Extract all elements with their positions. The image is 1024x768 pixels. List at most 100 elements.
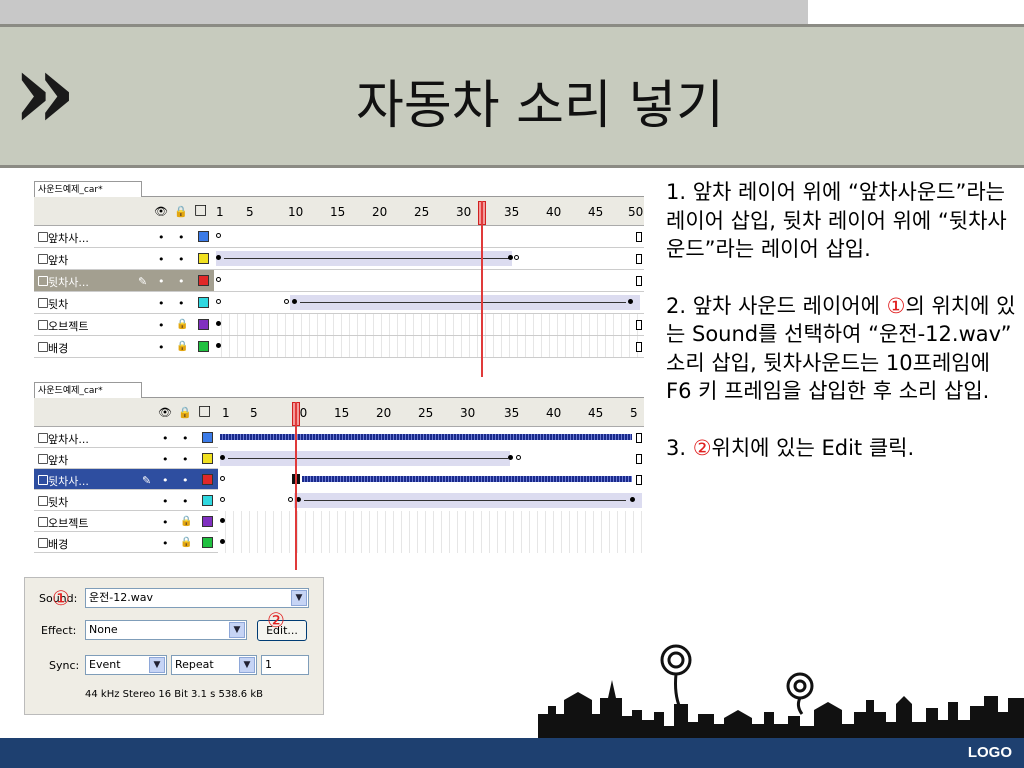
layer-frames[interactable] <box>214 314 644 335</box>
lock-icon[interactable]: 🔒 <box>176 341 188 352</box>
layer-frames[interactable] <box>214 270 644 291</box>
chevron-down-icon[interactable]: ▼ <box>229 622 245 638</box>
lock-icon[interactable]: 🔒 <box>180 516 192 527</box>
visible-dot[interactable]: • <box>162 495 169 508</box>
keyframe[interactable] <box>220 518 225 523</box>
layer-frames[interactable] <box>214 248 644 269</box>
outline-icon[interactable]: □ <box>194 202 207 218</box>
layer-color-swatch[interactable] <box>202 453 213 464</box>
visible-dot[interactable]: • <box>162 432 169 445</box>
visible-dot[interactable]: • <box>162 453 169 466</box>
keyframe[interactable] <box>508 455 513 460</box>
layer-row[interactable]: 뒷차 • • <box>34 490 644 511</box>
layer-frames[interactable] <box>214 292 644 313</box>
lock-icon[interactable]: 🔒 <box>174 205 188 218</box>
outline-icon[interactable]: □ <box>198 403 211 419</box>
timeline-tab[interactable]: 사운드예제_car* <box>34 382 142 398</box>
lock-dot[interactable]: • <box>178 275 185 288</box>
visible-dot[interactable]: • <box>158 319 165 332</box>
keyframe[interactable] <box>220 539 225 544</box>
layer-frames[interactable] <box>218 532 644 553</box>
repeat-select[interactable]: Repeat ▼ <box>171 655 257 675</box>
layer-row[interactable]: 앞차사... • • <box>34 427 644 448</box>
chevron-down-icon[interactable]: ▼ <box>291 590 307 606</box>
layer-row[interactable]: 배경 • 🔒 <box>34 532 644 553</box>
lock-dot[interactable]: • <box>178 297 185 310</box>
layer-row-selected[interactable]: 뒷차사... ✎ • • <box>34 270 644 292</box>
lock-icon[interactable]: 🔒 <box>180 537 192 548</box>
keyframe-empty[interactable] <box>220 476 225 481</box>
visible-dot[interactable]: • <box>158 297 165 310</box>
frame-end <box>636 232 642 242</box>
visible-dot[interactable]: • <box>158 253 165 266</box>
lock-icon[interactable]: 🔒 <box>176 319 188 330</box>
lock-dot[interactable]: • <box>182 453 189 466</box>
layer-row[interactable]: 오브젝트 • 🔒 <box>34 314 644 336</box>
keyframe[interactable] <box>628 299 633 304</box>
chevron-down-icon[interactable]: ▼ <box>239 657 255 673</box>
visible-dot[interactable]: • <box>158 231 165 244</box>
layer-row[interactable]: 앞차 • • <box>34 248 644 270</box>
visible-dot[interactable]: • <box>158 275 165 288</box>
repeat-count-input[interactable]: 1 <box>261 655 309 675</box>
layer-row[interactable]: 뒷차 • • <box>34 292 644 314</box>
layer-color-swatch[interactable] <box>198 341 209 352</box>
keyframe-empty[interactable] <box>284 299 289 304</box>
visible-dot[interactable]: • <box>162 516 169 529</box>
layer-color-swatch[interactable] <box>198 275 209 286</box>
layer-frames[interactable] <box>218 448 644 469</box>
keyframe[interactable] <box>220 455 225 460</box>
layer-row[interactable]: 앞차 • • <box>34 448 644 469</box>
keyframe-empty[interactable] <box>516 455 521 460</box>
keyframe[interactable] <box>216 343 221 348</box>
layer-color-swatch[interactable] <box>198 319 209 330</box>
lock-icon[interactable]: 🔒 <box>178 406 192 419</box>
layer-frames[interactable] <box>218 490 644 511</box>
layer-frames[interactable] <box>218 469 644 490</box>
layer-color-swatch[interactable] <box>198 231 209 242</box>
layer-frames[interactable] <box>218 511 644 532</box>
lock-dot[interactable]: • <box>178 253 185 266</box>
effect-select[interactable]: None ▼ <box>85 620 247 640</box>
timeline-tab[interactable]: 사운드예제_car* <box>34 181 142 197</box>
layer-row[interactable]: 앞차사... • • <box>34 226 644 248</box>
frame-ruler[interactable]: 1 5 10 15 20 25 30 35 40 45 5 <box>220 406 644 420</box>
layer-frames[interactable] <box>214 336 644 357</box>
layer-color-swatch[interactable] <box>198 253 209 264</box>
lock-dot[interactable]: • <box>182 432 189 445</box>
chevron-down-icon[interactable]: ▼ <box>149 657 165 673</box>
sound-select[interactable]: 운전-12.wav ▼ <box>85 588 309 608</box>
eye-icon[interactable]: 👁 <box>154 205 168 218</box>
sync-select[interactable]: Event ▼ <box>85 655 167 675</box>
keyframe[interactable] <box>216 255 221 260</box>
keyframe-empty[interactable] <box>514 255 519 260</box>
layer-color-swatch[interactable] <box>202 537 213 548</box>
layer-color-swatch[interactable] <box>198 297 209 308</box>
keyframe-empty[interactable] <box>216 233 221 238</box>
keyframe[interactable] <box>508 255 513 260</box>
keyframe[interactable] <box>216 321 221 326</box>
visible-dot[interactable]: • <box>158 341 165 354</box>
lock-dot[interactable]: • <box>178 231 185 244</box>
visible-dot[interactable]: • <box>162 474 169 487</box>
layer-frames[interactable] <box>218 427 644 448</box>
layer-color-swatch[interactable] <box>202 474 213 485</box>
lock-dot[interactable]: • <box>182 495 189 508</box>
keyframe[interactable] <box>630 497 635 502</box>
visible-dot[interactable]: • <box>162 537 169 550</box>
lock-dot[interactable]: • <box>182 474 189 487</box>
keyframe-empty[interactable] <box>216 277 221 282</box>
layer-color-swatch[interactable] <box>202 516 213 527</box>
frame-ruler[interactable]: 1 5 10 15 20 25 30 35 40 45 50 <box>214 205 644 219</box>
layer-frames[interactable] <box>214 226 644 247</box>
layer-row-selected[interactable]: 뒷차사... ✎ • • <box>34 469 644 490</box>
keyframe[interactable] <box>292 299 297 304</box>
layer-color-swatch[interactable] <box>202 495 213 506</box>
layer-row[interactable]: 오브젝트 • 🔒 <box>34 511 644 532</box>
layer-row[interactable]: 배경 • 🔒 <box>34 336 644 358</box>
layer-color-swatch[interactable] <box>202 432 213 443</box>
keyframe-empty[interactable] <box>288 497 293 502</box>
keyframe-empty[interactable] <box>220 497 225 502</box>
keyframe-empty[interactable] <box>216 299 221 304</box>
eye-icon[interactable]: 👁 <box>158 406 172 419</box>
